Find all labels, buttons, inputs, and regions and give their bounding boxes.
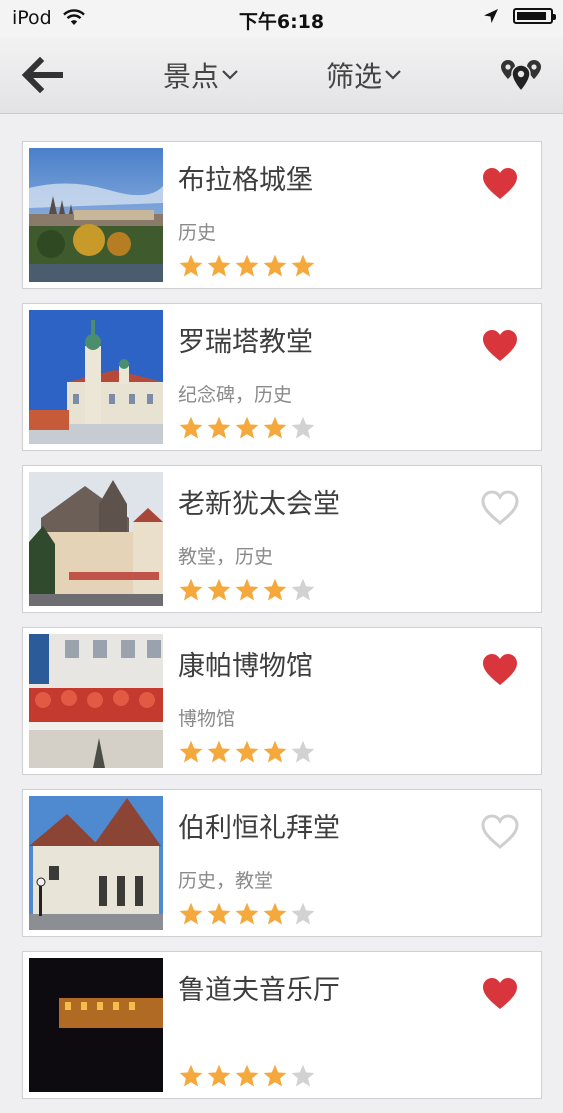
star-filled-icon xyxy=(207,1064,231,1087)
rating-stars xyxy=(178,577,316,603)
star-filled-icon xyxy=(179,416,203,439)
category-dropdown-label: 景点 xyxy=(163,60,220,93)
star-filled-icon xyxy=(263,1064,287,1087)
favorite-button[interactable] xyxy=(481,652,519,688)
star-filled-icon xyxy=(263,254,287,277)
attraction-list: 布拉格城堡 历史 罗瑞塔教堂 纪念碑，历史 老新犹太会堂 教堂，历史 康帕博物馆… xyxy=(22,141,542,1113)
back-button[interactable] xyxy=(20,56,66,94)
list-item[interactable]: 鲁道夫音乐厅 xyxy=(22,951,542,1099)
rating-stars xyxy=(178,739,316,765)
rating-stars xyxy=(178,415,316,441)
attraction-tags: 历史，教堂 xyxy=(178,870,274,892)
star-filled-icon xyxy=(179,1064,203,1087)
filter-dropdown-label: 筛选 xyxy=(326,60,383,93)
attraction-title: 老新犹太会堂 xyxy=(178,489,340,520)
heart-filled-icon xyxy=(483,168,517,199)
star-filled-icon xyxy=(235,1064,259,1087)
star-filled-icon xyxy=(179,740,203,763)
star-filled-icon xyxy=(235,416,259,439)
favorite-button[interactable] xyxy=(481,976,519,1012)
attraction-photo xyxy=(29,472,163,606)
star-filled-icon xyxy=(179,902,203,925)
attraction-title: 伯利恒礼拜堂 xyxy=(178,813,340,844)
attraction-title: 布拉格城堡 xyxy=(178,165,313,196)
back-arrow-icon xyxy=(21,56,63,94)
star-filled-icon xyxy=(207,416,231,439)
star-empty-icon xyxy=(291,902,315,925)
filter-dropdown[interactable]: 筛选 xyxy=(326,55,402,95)
list-item[interactable]: 康帕博物馆 博物馆 xyxy=(22,627,542,775)
list-item[interactable]: 老新犹太会堂 教堂，历史 xyxy=(22,465,542,613)
rating-stars xyxy=(178,253,316,279)
category-dropdown[interactable]: 景点 xyxy=(163,55,239,95)
star-filled-icon xyxy=(263,740,287,763)
list-item[interactable]: 伯利恒礼拜堂 历史，教堂 xyxy=(22,789,542,937)
attraction-photo xyxy=(29,634,163,768)
star-filled-icon xyxy=(235,740,259,763)
star-empty-icon xyxy=(291,578,315,601)
heart-filled-icon xyxy=(483,654,517,685)
attraction-title: 鲁道夫音乐厅 xyxy=(178,975,340,1006)
list-item[interactable]: 罗瑞塔教堂 纪念碑，历史 xyxy=(22,303,542,451)
star-filled-icon xyxy=(207,254,231,277)
star-filled-icon xyxy=(235,254,259,277)
attraction-title: 罗瑞塔教堂 xyxy=(178,327,313,358)
star-filled-icon xyxy=(263,578,287,601)
status-right xyxy=(483,8,556,24)
status-time: 下午6:18 xyxy=(238,11,325,33)
navigation-bar: 景点 筛选 xyxy=(0,37,563,114)
favorite-button[interactable] xyxy=(481,328,519,364)
star-filled-icon xyxy=(235,902,259,925)
star-filled-icon xyxy=(207,578,231,601)
attraction-tags: 纪念碑，历史 xyxy=(178,384,293,406)
star-filled-icon xyxy=(179,578,203,601)
list-item[interactable]: 布拉格城堡 历史 xyxy=(22,141,542,289)
heart-filled-icon xyxy=(483,330,517,361)
chevron-down-icon xyxy=(385,70,401,80)
attraction-photo xyxy=(29,958,163,1092)
star-filled-icon xyxy=(235,578,259,601)
heart-outline-icon xyxy=(481,490,519,525)
favorite-button[interactable] xyxy=(481,490,519,526)
star-filled-icon xyxy=(207,740,231,763)
attraction-photo xyxy=(29,796,163,930)
star-filled-icon xyxy=(179,254,203,277)
attraction-tags: 博物馆 xyxy=(178,708,236,730)
map-pins-icon xyxy=(501,60,541,93)
rating-stars xyxy=(178,1063,316,1089)
chevron-down-icon xyxy=(222,70,238,80)
map-view-button[interactable] xyxy=(499,57,543,95)
rating-stars xyxy=(178,901,316,927)
star-empty-icon xyxy=(291,1064,315,1087)
star-filled-icon xyxy=(291,254,315,277)
star-filled-icon xyxy=(263,416,287,439)
attraction-title: 康帕博物馆 xyxy=(178,651,313,682)
star-empty-icon xyxy=(291,740,315,763)
attraction-photo xyxy=(29,148,163,282)
favorite-button[interactable] xyxy=(481,166,519,202)
heart-filled-icon xyxy=(483,978,517,1009)
favorite-button[interactable] xyxy=(481,814,519,850)
star-filled-icon xyxy=(263,902,287,925)
attraction-tags: 历史 xyxy=(178,222,217,244)
location-arrow-icon xyxy=(484,9,498,23)
star-empty-icon xyxy=(291,416,315,439)
attraction-photo xyxy=(29,310,163,444)
attraction-tags: 教堂，历史 xyxy=(178,546,274,568)
status-bar: iPod 下午6:18 xyxy=(0,0,563,37)
heart-outline-icon xyxy=(481,814,519,849)
star-filled-icon xyxy=(207,902,231,925)
battery-icon xyxy=(513,8,556,24)
